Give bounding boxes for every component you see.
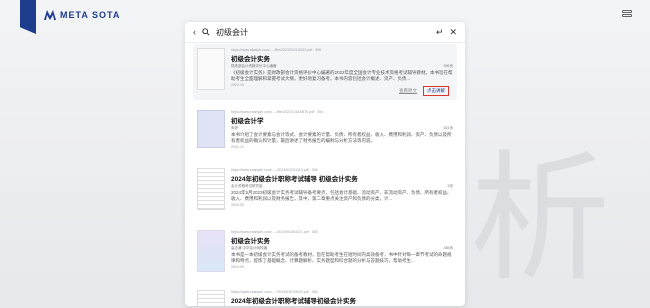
result-publisher: 会计资格考试研究组 xyxy=(231,184,263,188)
result-thumbnail xyxy=(197,290,225,306)
result-url: https://www.example.com/...../file/2021/… xyxy=(231,110,324,114)
result-date: 2019-05 xyxy=(231,265,244,269)
result-thumbnail xyxy=(197,110,225,148)
logo-icon xyxy=(44,10,56,20)
result-title[interactable]: 2024年初级会计职称考试辅导初级会计实务 xyxy=(231,295,453,305)
result-url: https://www.example.com/...../2019/0618/… xyxy=(231,230,318,234)
chevron-left-icon[interactable]: ‹ xyxy=(193,27,196,37)
result-url: https://www.example.com/...../2024/0220/… xyxy=(231,168,318,172)
explain-button[interactable]: 点击讲解 xyxy=(423,86,449,96)
result-card[interactable]: https://www.example.com/...../2024/0220/… xyxy=(193,164,457,218)
search-input[interactable]: 初级会计 xyxy=(216,27,248,38)
result-description: 本书是一本初级会计实务考试的备考教材，旨在帮助考生在短时间内高效备考，书中针对每… xyxy=(231,252,452,263)
search-bar: ‹ 初级会计 ↵ ✕ xyxy=(185,22,465,43)
search-panel: ‹ 初级会计 ↵ ✕ https://www.sfpatch.com/.....… xyxy=(185,22,465,306)
background-watermark-glyph: 析 xyxy=(469,138,610,301)
menu-icon[interactable] xyxy=(622,10,632,20)
result-pages: 5页 xyxy=(447,184,453,188)
result-url: https://www.sfpatch.com/...../file/2023/… xyxy=(231,48,322,52)
enter-icon[interactable]: ↵ xyxy=(436,27,444,37)
close-icon[interactable]: ✕ xyxy=(449,27,457,37)
brand-name: META SOTA xyxy=(60,10,121,20)
result-description: 《初级会计实务》是财政部会计资格评价中心编著的2022年度全国会计专业技术资格考… xyxy=(231,70,453,81)
result-thumbnail xyxy=(197,230,225,272)
result-thumbnail xyxy=(197,48,225,90)
result-date: 2021-12 xyxy=(231,145,244,149)
result-pages: 596页 xyxy=(443,64,453,68)
result-card[interactable]: https://www.sfpatch.com/...../file/2023/… xyxy=(193,44,457,100)
results-list: https://www.sfpatch.com/...../file/2023/… xyxy=(193,44,457,306)
result-thumbnail xyxy=(197,168,225,210)
result-pages: 485页 xyxy=(443,246,453,250)
result-description: 本书介绍了会计要素与会计等式、会计要素的计量、负债、所有者权益、收入、费用和利润… xyxy=(231,132,452,143)
result-publisher: 朱婷 xyxy=(231,126,238,130)
result-url: https://www.example.com/...../2024/0301/… xyxy=(231,290,318,294)
result-title[interactable]: 初级会计实务 xyxy=(231,235,453,245)
result-title[interactable]: 初级会计实务 xyxy=(231,53,453,63)
logo[interactable]: META SOTA xyxy=(44,10,120,20)
result-card[interactable]: https://www.example.com/...../2024/0301/… xyxy=(193,286,457,306)
result-title[interactable]: 初级会计学 xyxy=(231,115,453,125)
result-publisher: 财政部会计资格评价中心编著 xyxy=(231,64,277,68)
result-title[interactable]: 2024年初级会计职称考试辅导 初级会计实务 xyxy=(231,173,453,183)
result-publisher: 高志谦 中华会计网校编 xyxy=(231,246,267,250)
search-icon xyxy=(202,28,210,36)
view-source-link[interactable]: 查看原文 xyxy=(399,88,417,94)
result-description: 2024年5月2023初级会计实务考试辅导备考要点，包括会计基础、流动资产、非流… xyxy=(231,190,452,201)
result-date: 2024-02 xyxy=(231,203,244,207)
result-card[interactable]: https://www.example.com/...../file/2021/… xyxy=(193,106,457,158)
result-pages: 521页 xyxy=(443,126,453,130)
result-card[interactable]: https://www.example.com/...../2019/0618/… xyxy=(193,226,457,282)
